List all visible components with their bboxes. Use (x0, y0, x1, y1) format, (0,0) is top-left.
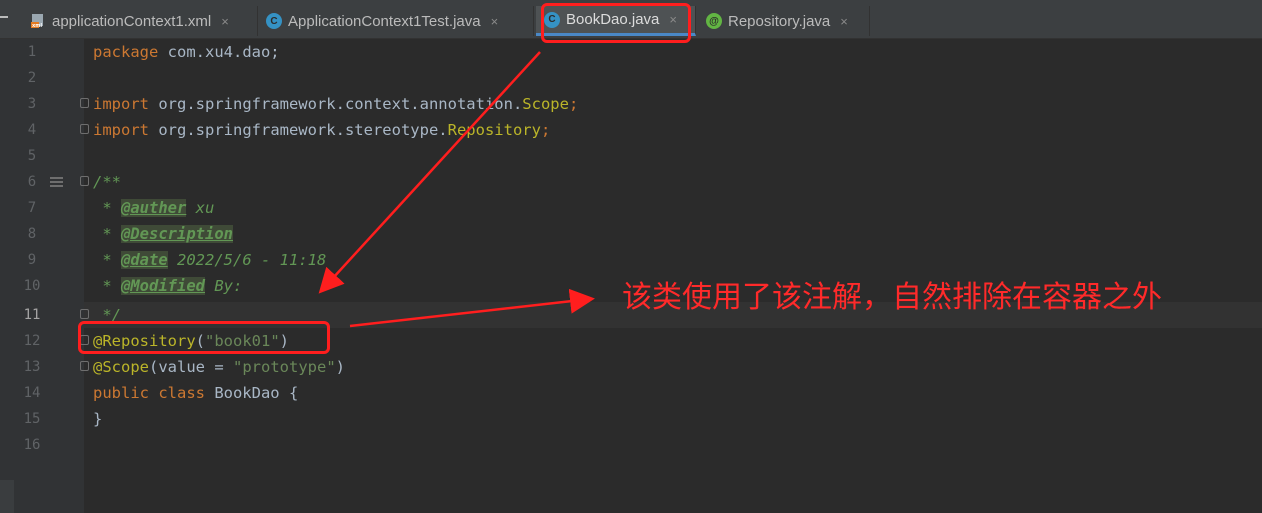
annotation-arrows (318, 51, 595, 328)
arrow-to-annotation (318, 51, 541, 294)
annotation-note: 该类使用了该注解，自然排除在容器之外 (622, 280, 1162, 315)
arrow-to-note (349, 288, 595, 328)
